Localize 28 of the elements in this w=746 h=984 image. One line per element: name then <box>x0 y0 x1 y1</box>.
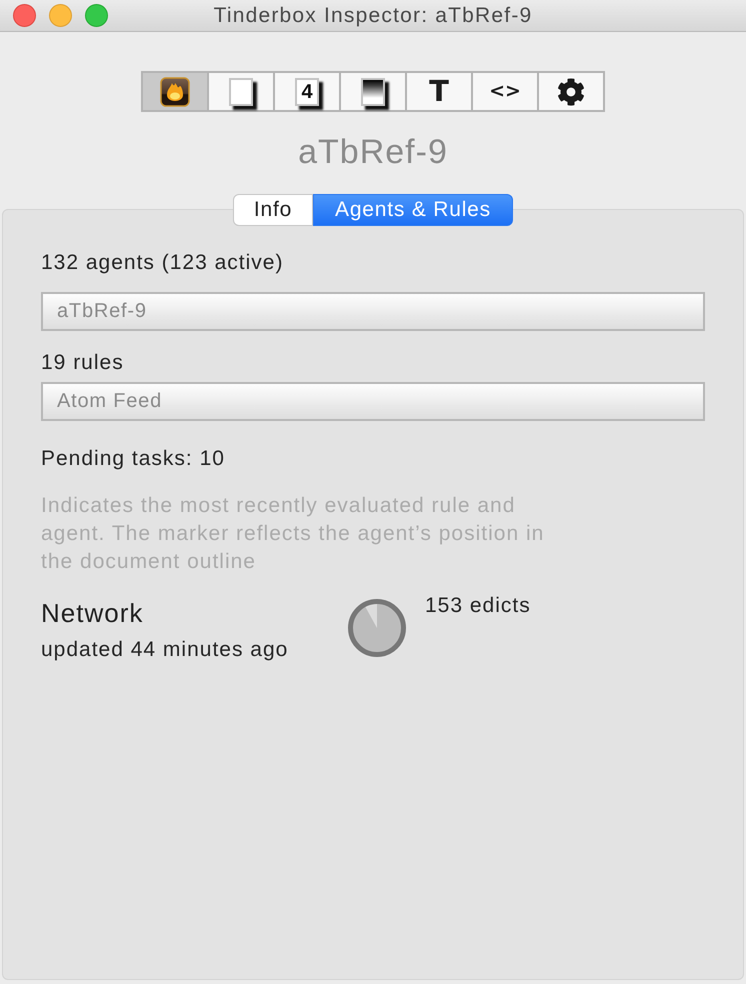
description-text: Indicates the most recently evaluated rule and agent. The marker reflects the agent’s position in the document outline <box>41 493 546 575</box>
current-rule-field: Atom Feed <box>41 382 705 421</box>
edicts-count: 153 edicts <box>425 594 531 618</box>
tab[interactable]: Info <box>233 194 313 226</box>
note-icon <box>229 78 253 106</box>
shaded-note-icon <box>361 78 385 106</box>
rules-summary: 19 rules <box>41 351 125 375</box>
toolbar-segment[interactable] <box>209 73 273 110</box>
toolbar-segment[interactable] <box>341 73 405 110</box>
settings-icon <box>557 78 585 106</box>
text-glyph-icon: T <box>429 77 449 106</box>
network-updated: updated 44 minutes ago <box>41 638 290 662</box>
pending-tasks: Pending tasks: 10 <box>41 447 226 471</box>
toolbar-segment[interactable] <box>539 73 603 110</box>
code-glyph-icon: <> <box>489 82 521 101</box>
agents-summary: 132 agents (123 active) <box>41 251 284 275</box>
document-title: aTbRef-9 <box>297 132 449 172</box>
toolbar-segment[interactable]: 4 <box>275 73 339 110</box>
toolbar-segment[interactable]: T <box>407 73 471 110</box>
toolbar-segment[interactable] <box>143 73 207 110</box>
current-agent-field: aTbRef-9 <box>41 292 705 331</box>
tab[interactable]: Agents & Rules <box>313 194 513 226</box>
window-title: Tinderbox Inspector: aTbRef-9 <box>214 4 532 28</box>
numbered-note-icon: 4 <box>295 78 319 106</box>
network-title: Network <box>41 598 144 628</box>
toolbar-segment[interactable]: <> <box>473 73 537 110</box>
close-button[interactable] <box>13 4 36 27</box>
flame-app-icon <box>160 76 190 106</box>
